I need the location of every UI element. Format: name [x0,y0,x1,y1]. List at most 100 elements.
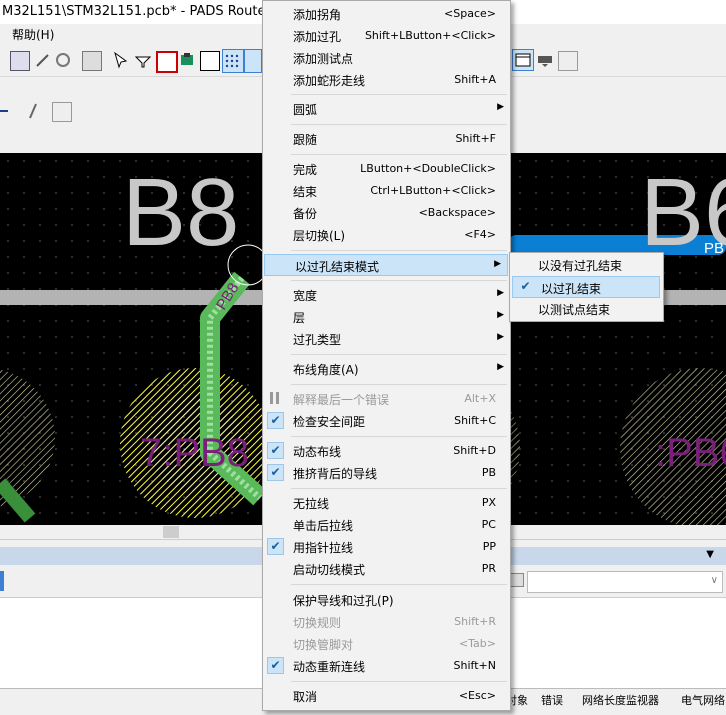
menu-item-no-ratsnest[interactable]: 无拉线 PX [263,492,510,514]
window-layout-icon[interactable] [512,49,534,71]
menu-item-shortcut: <Backspace> [418,206,496,219]
submenu-arrow-icon: ▶ [494,259,501,269]
menu-separator [291,250,507,251]
curve-icon[interactable] [24,102,42,120]
submenu-item-end-via[interactable]: ✔ 以过孔结束 [512,276,660,298]
submenu-item-end-test-point[interactable]: 以测试点结束 [510,298,663,320]
window-title: M32L151\STM32L151.pcb* - PADS Router [2,4,271,19]
tab-errors[interactable]: 错误 [541,692,563,708]
menu-item-route-angle[interactable]: 布线角度(A) ▶ [263,358,510,380]
menu-item-shortcut: Alt+X [464,392,496,405]
grid-icon[interactable] [510,573,524,587]
bracket-icon[interactable] [52,102,72,122]
menu-item-dynamic-reconnect[interactable]: ✔ 动态重新连线 Shift+N [263,655,510,677]
submenu-item-end-no-via[interactable]: 以没有过孔结束 [510,254,663,276]
menu-item-dynamic-route[interactable]: ✔ 动态布线 Shift+D [263,440,510,462]
menu-item-arc[interactable]: 圆弧 ▶ [263,98,510,120]
menu-item-shortcut: Shift+N [453,659,496,672]
menu-separator [291,354,507,355]
menu-separator [291,280,507,281]
menu-item-shortcut: Shift+F [455,132,496,145]
menu-item-end-via-mode[interactable]: 以过孔结束模式 ▶ [264,254,508,276]
menu-item-shortcut: Shift+D [453,444,496,457]
menu-item-add-via[interactable]: 添加过孔 Shift+LButton+<Click> [263,25,510,47]
menu-item-toggle-rules[interactable]: 切换规则 Shift+R [263,611,510,633]
menu-item-label: 添加过孔 [293,30,342,44]
pad-label-right: :PB6 [655,431,726,475]
menu-item-protect-traces[interactable]: 保护导线和过孔(P) [263,589,510,611]
component-icon[interactable] [178,51,196,69]
menu-item-label: 布线角度(A) [293,363,359,377]
menu-item-complete[interactable]: 完成 LButton+<DoubleClick> [263,158,510,180]
menu-item-shortcut: PR [481,562,496,575]
brush-icon[interactable] [34,51,52,69]
menu-item-label: 取消 [293,690,318,704]
scroll-thumb[interactable] [163,526,179,538]
menu-item-label: 圆弧 [293,103,318,117]
menu-item-label: 过孔类型 [293,333,342,347]
context-menu: 添加拐角 <Space> 添加过孔 Shift+LButton+<Click> 添加… [262,0,511,711]
menu-item-push-traces[interactable]: ✔ 推挤背后的导线 PB [263,462,510,484]
dropdown-icon[interactable]: ▼ [706,549,714,560]
menu-item-shortcut: <Space> [444,7,496,20]
panel-left-button[interactable] [0,571,4,591]
menu-item-label: 以过孔结束模式 [295,260,380,274]
menu-separator [291,124,507,125]
menu-item-label: 层切换(L) [293,229,346,243]
tab-electrical-nets[interactable]: 电气网络 [681,692,725,708]
submenu-arrow-icon: ▶ [497,288,504,298]
menu-item-label: 添加蛇形走线 [293,74,366,88]
arrow-icon[interactable] [0,102,18,120]
keyboard-icon[interactable] [536,51,554,69]
menu-item-label: 跟随 [293,133,318,147]
menu-item-ratsnest-pointer[interactable]: ✔ 用指针拉线 PP [263,536,510,558]
menu-item-label: 无拉线 [293,497,330,511]
refresh-icon[interactable] [54,51,72,69]
menu-item-add-corner[interactable]: 添加拐角 <Space> [263,3,510,25]
menu-item-backup[interactable]: 备份 <Backspace> [263,202,510,224]
menu-item-add-test-point[interactable]: 添加测试点 [263,47,510,69]
menu-item-tangent-mode[interactable]: 启动切线模式 PR [263,558,510,580]
menu-item-shortcut: <Tab> [458,637,496,650]
menu-separator [291,154,507,155]
menu-item-end[interactable]: 结束 Ctrl+LButton+<Click> [263,180,510,202]
menu-item-check-clearance[interactable]: ✔ 检查安全间距 Shift+C [263,410,510,432]
menu-item-label: 添加拐角 [293,8,342,22]
menu-item-explain-last-error[interactable]: 解释最后一个错误 Alt+X [263,388,510,410]
submenu-arrow-icon: ▶ [497,102,504,112]
menu-separator [291,681,507,682]
tab-net-length-monitor[interactable]: 网络长度监视器 [582,692,659,708]
save-icon[interactable] [82,51,102,71]
drc-filter-icon[interactable] [134,51,152,69]
menu-item-label: 检查安全间距 [293,415,366,429]
check-icon: ✔ [267,538,284,555]
menu-item-label: 动态重新连线 [293,660,366,674]
menu-help[interactable]: 帮助(H) [12,26,54,43]
music-icon[interactable] [558,51,578,71]
report-icon[interactable] [156,51,178,73]
menu-item-cancel[interactable]: 取消 <Esc> [263,685,510,707]
checkbox-icon[interactable] [200,51,220,71]
menu-item-label: 保护导线和过孔(P) [293,594,394,608]
select-pointer-icon[interactable] [112,51,130,69]
menu-item-label: 层 [293,311,306,325]
menu-item-ratsnest-on-click[interactable]: 单击后拉线 PC [263,514,510,536]
menu-item-shortcut: <F4> [464,228,496,241]
list-icon[interactable] [10,51,30,71]
menu-item-add-serpentine[interactable]: 添加蛇形走线 Shift+A [263,69,510,91]
pause-icon [270,392,273,404]
menu-item-toggle-pin-pair[interactable]: 切换管脚对 <Tab> [263,633,510,655]
menu-item-layer-switch[interactable]: 层切换(L) <F4> [263,224,510,246]
menu-item-shortcut: Shift+LButton+<Click> [364,29,496,42]
menu-item-via-type[interactable]: 过孔类型 ▶ [263,328,510,350]
panel-select[interactable]: ∨ [527,571,723,593]
route-pointer-icon[interactable] [244,49,262,73]
menu-item-follow[interactable]: 跟随 Shift+F [263,128,510,150]
menu-item-width[interactable]: 宽度 ▶ [263,284,510,306]
menu-item-label: 结束 [293,185,318,199]
route-grid-icon[interactable] [222,49,244,73]
menu-item-label: 单击后拉线 [293,519,354,533]
menu-item-layer[interactable]: 层 ▶ [263,306,510,328]
menu-item-label: 用指针拉线 [293,541,354,555]
menu-item-shortcut: Ctrl+LButton+<Click> [370,184,496,197]
